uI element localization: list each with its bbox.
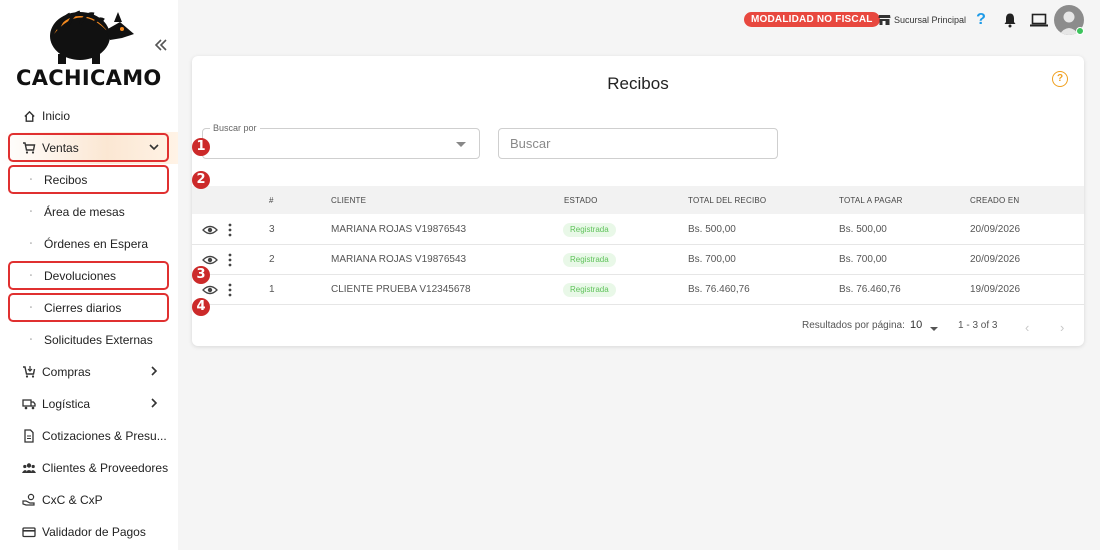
sidebar-item-label: Compras xyxy=(42,365,91,379)
bullet-icon: ▫ xyxy=(29,337,33,343)
store-icon xyxy=(878,14,891,25)
table-row: 3 MARIANA ROJAS V19876543 Registrada Bs.… xyxy=(192,215,1084,245)
cell-total-to-pay: Bs. 76.460,76 xyxy=(839,284,901,295)
laptop-icon[interactable] xyxy=(1029,10,1049,30)
bell-icon[interactable] xyxy=(1000,10,1020,30)
help-circle-icon[interactable]: ? xyxy=(1052,71,1068,87)
rows-per-page-select[interactable]: 10 xyxy=(910,319,922,331)
sidebar-item-label: Órdenes en Espera xyxy=(44,237,149,251)
hand-money-icon xyxy=(22,493,36,507)
cell-number: 2 xyxy=(269,254,275,265)
sidebar-item-compras[interactable]: Compras xyxy=(0,356,178,388)
sidebar-item-cotizaciones[interactable]: Cotizaciones & Presu... xyxy=(0,420,178,452)
people-icon xyxy=(22,461,36,475)
sidebar-item-label: Área de mesas xyxy=(44,205,125,219)
view-eye-icon[interactable] xyxy=(202,253,218,267)
annotation-marker-2: 2 xyxy=(192,171,210,189)
bullet-icon: ▫ xyxy=(29,241,33,247)
receipts-card: Recibos ? Buscar por # CLIENTE ESTADO TO… xyxy=(192,56,1084,346)
cart-download-icon xyxy=(22,365,36,379)
annotation-marker-1: 1 xyxy=(192,138,210,156)
sidebar-item-label: Logística xyxy=(42,397,91,411)
caret-down-icon xyxy=(930,327,938,331)
cell-created-at: 20/09/2026 xyxy=(970,224,1021,235)
search-input[interactable] xyxy=(498,128,778,159)
caret-down-icon xyxy=(456,142,466,147)
chevron-right-icon xyxy=(148,397,160,409)
status-badge: Registrada xyxy=(563,283,616,297)
view-eye-icon[interactable] xyxy=(202,283,218,297)
cell-total-to-pay: Bs. 500,00 xyxy=(839,224,887,235)
sidebar-item-area-de-mesas[interactable]: ▫ Área de mesas xyxy=(0,196,178,228)
fiscal-mode-badge: MODALIDAD NO FISCAL xyxy=(744,12,880,27)
sidebar-item-ordenes-en-espera[interactable]: ▫ Órdenes en Espera xyxy=(0,228,178,260)
sidebar-item-inicio[interactable]: Inicio xyxy=(0,100,178,132)
column-header-total-to-pay: TOTAL A PAGAR xyxy=(839,196,903,205)
highlight-cierres-diarios xyxy=(8,293,169,322)
bullet-icon: ▫ xyxy=(29,209,33,215)
sidebar-item-clientes-proveedores[interactable]: Clientes & Proveedores xyxy=(0,452,178,484)
sidebar-item-label: Cotizaciones & Presu... xyxy=(42,429,167,443)
store-name: Sucursal Principal xyxy=(894,14,967,25)
annotation-marker-3: 3 xyxy=(192,266,210,284)
sidebar: CACHICAMO Inicio Ventas ▫ Recibos ▫ Área… xyxy=(0,0,178,550)
sidebar-item-label: Solicitudes Externas xyxy=(44,333,153,347)
more-vert-icon[interactable] xyxy=(227,253,233,267)
view-eye-icon[interactable] xyxy=(202,223,218,237)
sidebar-item-label: Inicio xyxy=(42,109,71,123)
column-header-status: ESTADO xyxy=(564,196,598,205)
chevron-right-icon xyxy=(148,365,160,377)
cell-receipt-total: Bs. 700,00 xyxy=(688,254,736,265)
collapse-sidebar-icon[interactable] xyxy=(152,36,170,54)
cell-client: MARIANA ROJAS V19876543 xyxy=(331,254,467,265)
cell-receipt-total: Bs. 76.460,76 xyxy=(688,284,750,295)
cell-created-at: 20/09/2026 xyxy=(970,254,1021,265)
online-status-dot xyxy=(1076,27,1084,35)
sidebar-item-cxc-cxp[interactable]: CxC & CxP xyxy=(0,484,178,516)
table-row: 2 MARIANA ROJAS V19876543 Registrada Bs.… xyxy=(192,245,1084,275)
prev-page-icon[interactable]: ‹ xyxy=(1025,320,1035,335)
annotation-marker-4: 4 xyxy=(192,298,210,316)
column-header-client: CLIENTE xyxy=(331,196,367,205)
table-header: # CLIENTE ESTADO TOTAL DEL RECIBO TOTAL … xyxy=(192,186,1084,214)
column-header-receipt-total: TOTAL DEL RECIBO xyxy=(688,196,767,205)
rows-per-page-label: Resultados por página: xyxy=(802,320,905,331)
pagination-range: 1 - 3 of 3 xyxy=(958,320,998,331)
column-header-created-at: CREADO EN xyxy=(970,196,1020,205)
armadillo-logo xyxy=(38,4,138,64)
sidebar-item-solicitudes-externas[interactable]: ▫ Solicitudes Externas xyxy=(0,324,178,356)
more-vert-icon[interactable] xyxy=(227,283,233,297)
sidebar-item-label: Validador de Pagos xyxy=(42,525,146,539)
cell-client: MARIANA ROJAS V19876543 xyxy=(331,224,467,235)
column-header-number: # xyxy=(269,196,274,205)
store-selector[interactable]: Sucursal Principal xyxy=(878,12,966,27)
sidebar-item-validador-de-pagos[interactable]: Validador de Pagos xyxy=(0,516,178,548)
credit-card-icon xyxy=(22,525,36,539)
cell-client: CLIENTE PRUEBA V12345678 xyxy=(331,284,471,295)
truck-icon xyxy=(22,397,36,411)
cell-number: 1 xyxy=(269,284,275,295)
cell-total-to-pay: Bs. 700,00 xyxy=(839,254,887,265)
sidebar-item-label: CxC & CxP xyxy=(42,493,103,507)
highlight-devoluciones xyxy=(8,261,169,290)
search-by-label: Buscar por xyxy=(210,123,260,133)
brand-name: CACHICAMO xyxy=(16,66,162,90)
table-row: 1 CLIENTE PRUEBA V12345678 Registrada Bs… xyxy=(192,275,1084,305)
cell-number: 3 xyxy=(269,224,275,235)
status-badge: Registrada xyxy=(563,223,616,237)
status-badge: Registrada xyxy=(563,253,616,267)
page-title: Recibos xyxy=(607,74,669,93)
sidebar-item-label: Clientes & Proveedores xyxy=(42,461,169,475)
highlight-ventas xyxy=(8,133,169,162)
more-vert-icon[interactable] xyxy=(227,223,233,237)
next-page-icon[interactable]: › xyxy=(1060,320,1070,335)
sidebar-item-logistica[interactable]: Logística xyxy=(0,388,178,420)
help-icon[interactable]: ? xyxy=(971,10,991,30)
cell-created-at: 19/09/2026 xyxy=(970,284,1021,295)
document-icon xyxy=(22,429,36,443)
home-icon xyxy=(22,109,36,123)
cell-receipt-total: Bs. 500,00 xyxy=(688,224,736,235)
highlight-recibos xyxy=(8,165,169,194)
